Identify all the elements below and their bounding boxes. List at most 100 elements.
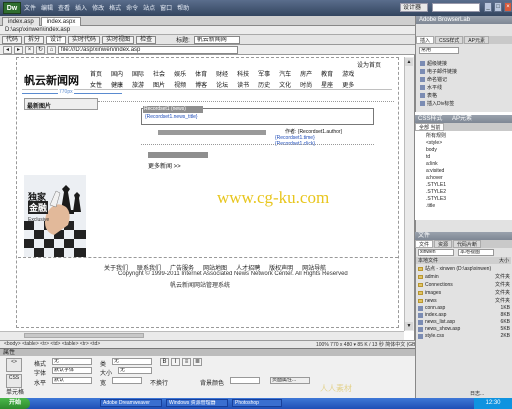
split-view-button[interactable]: 拆分 bbox=[24, 35, 45, 44]
refresh-icon[interactable]: ↻ bbox=[36, 45, 45, 54]
window-size-info[interactable]: 100% 770 x 480 ▾ 85 K / 13 秒 简体中文 (GB231… bbox=[316, 341, 428, 348]
nav-link[interactable]: 教育 bbox=[321, 69, 333, 78]
file-row[interactable]: index.asp 8KB bbox=[416, 312, 512, 318]
nav-link[interactable]: 娱乐 bbox=[174, 69, 186, 78]
menu-commands[interactable]: 命令 bbox=[126, 3, 138, 13]
insert-item[interactable]: 水平线 bbox=[420, 84, 457, 91]
stop-icon[interactable]: × bbox=[25, 45, 34, 54]
css-rule[interactable]: <style> bbox=[426, 140, 446, 146]
more-news-link[interactable]: 更多新闻 >> bbox=[148, 161, 181, 170]
size-select[interactable]: 无 bbox=[118, 367, 152, 374]
class-select[interactable]: 无 bbox=[112, 358, 152, 365]
column-size[interactable]: 大小 bbox=[499, 257, 509, 264]
live-view-button[interactable]: 实时视图 bbox=[102, 35, 135, 44]
column-local-files[interactable]: 本地文件 bbox=[418, 257, 438, 264]
css-rule[interactable]: 所有规则 bbox=[426, 132, 446, 139]
italic-icon[interactable]: I bbox=[171, 358, 180, 366]
file-row[interactable]: Connections 文件夹 bbox=[416, 281, 512, 288]
horz-select[interactable]: 默认 bbox=[52, 377, 92, 384]
nav-link[interactable]: 游戏 bbox=[342, 69, 354, 78]
tab-files[interactable]: 文件 bbox=[415, 240, 434, 248]
page-properties-button[interactable]: 页面属性... bbox=[270, 377, 310, 384]
insert-item[interactable]: 超级链接 bbox=[420, 60, 457, 67]
view-select[interactable]: 本地视图 bbox=[458, 249, 494, 256]
menu-window[interactable]: 窗口 bbox=[160, 3, 172, 13]
tab-snippets[interactable]: 代码片断 bbox=[453, 240, 482, 248]
file-row[interactable]: style.css 2KB bbox=[416, 333, 512, 339]
nav-link[interactable]: 视频 bbox=[174, 80, 186, 89]
promo-chess-image[interactable] bbox=[24, 175, 86, 257]
help-search-input[interactable] bbox=[432, 3, 480, 12]
nav-link[interactable]: 文化 bbox=[279, 80, 291, 89]
file-row[interactable]: images 文件夹 bbox=[416, 289, 512, 296]
nav-link[interactable]: 旅游 bbox=[132, 80, 144, 89]
bold-icon[interactable]: B bbox=[160, 358, 169, 366]
css-rule[interactable]: .STYLE3 bbox=[426, 196, 446, 202]
css-rule[interactable]: a:visited bbox=[426, 168, 446, 174]
menu-insert[interactable]: 插入 bbox=[75, 3, 87, 13]
file-row[interactable]: 站点 - xinwen (D:\asp\xinwen) bbox=[416, 265, 512, 272]
insert-item[interactable]: 插入Div标签 bbox=[420, 100, 457, 107]
bgcolor-input[interactable] bbox=[230, 377, 260, 384]
insert-item[interactable]: 命名锚记 bbox=[420, 76, 457, 83]
nav-link[interactable]: 时尚 bbox=[300, 80, 312, 89]
back-icon[interactable]: ◂ bbox=[3, 45, 12, 54]
file-row[interactable]: admin 文件夹 bbox=[416, 273, 512, 280]
taskbar-item-photoshop[interactable]: Photoshop bbox=[232, 399, 282, 407]
menu-edit[interactable]: 编辑 bbox=[41, 3, 53, 13]
forward-icon[interactable]: ▸ bbox=[14, 45, 23, 54]
format-select[interactable]: 无 bbox=[52, 358, 92, 365]
page-title-input[interactable]: 帆云新闻网 bbox=[193, 35, 240, 44]
inspect-button[interactable]: 检查 bbox=[136, 35, 157, 44]
nav-link[interactable]: 星座 bbox=[321, 80, 333, 89]
taskbar-item-dreamweaver[interactable]: Adobe Dreamweaver bbox=[100, 399, 162, 407]
menu-help[interactable]: 帮助 bbox=[177, 3, 189, 13]
log-button[interactable]: 日志... bbox=[470, 390, 484, 397]
nav-link[interactable]: 博客 bbox=[195, 80, 207, 89]
horizontal-scroll-thumb[interactable] bbox=[24, 333, 144, 338]
dynamic-text-title[interactable]: {Recordset1.news_title} bbox=[145, 114, 198, 120]
menu-view[interactable]: 查看 bbox=[58, 3, 70, 13]
width-input[interactable] bbox=[112, 377, 142, 384]
code-view-button[interactable]: 代码 bbox=[2, 35, 23, 44]
css-rule[interactable]: .title bbox=[426, 203, 446, 209]
file-row[interactable]: news 文件夹 bbox=[416, 297, 512, 304]
nav-link[interactable]: 更多 bbox=[342, 80, 354, 89]
css-rule[interactable]: .STYLE1 bbox=[426, 182, 446, 188]
html-mode-button[interactable]: <> bbox=[6, 358, 22, 372]
nav-link[interactable]: 社会 bbox=[153, 69, 165, 78]
menu-site[interactable]: 站点 bbox=[143, 3, 155, 13]
minimize-button[interactable]: _ bbox=[484, 2, 492, 12]
list-icon[interactable]: ≡ bbox=[182, 358, 191, 366]
files-panel-header[interactable]: 文件 bbox=[415, 232, 512, 240]
nav-link[interactable]: 军事 bbox=[258, 69, 270, 78]
workspace-switcher[interactable]: 设计器 bbox=[400, 3, 428, 12]
css-mode-button[interactable]: CSS bbox=[6, 374, 22, 388]
insert-category-select[interactable]: 常用 bbox=[419, 47, 459, 54]
file-row[interactable]: news_show.asp 5KB bbox=[416, 326, 512, 332]
nav-link[interactable]: 历史 bbox=[258, 80, 270, 89]
tab-assets[interactable]: 资源 bbox=[434, 240, 453, 248]
nav-link[interactable]: 财经 bbox=[216, 69, 228, 78]
design-view-button[interactable]: 设计 bbox=[46, 35, 67, 44]
file-row[interactable]: news_list.asp 6KB bbox=[416, 319, 512, 325]
nav-link[interactable]: 体育 bbox=[195, 69, 207, 78]
live-code-button[interactable]: 实时代码 bbox=[68, 35, 101, 44]
tag-selector[interactable]: <body> <table> <tr> <td> <table> <tr> <t… bbox=[4, 341, 100, 347]
css-rule[interactable]: a:hover bbox=[426, 175, 446, 181]
nav-link[interactable]: 论坛 bbox=[216, 80, 228, 89]
numbered-list-icon[interactable]: ≣ bbox=[193, 358, 202, 366]
tab-index-aspx[interactable]: index.aspx bbox=[40, 17, 82, 26]
nav-link[interactable]: 首页 bbox=[90, 69, 102, 78]
close-button[interactable]: × bbox=[504, 2, 512, 12]
nav-link[interactable]: 汽车 bbox=[279, 69, 291, 78]
nav-link[interactable]: 科技 bbox=[237, 69, 249, 78]
start-button[interactable]: 开始 bbox=[0, 398, 30, 409]
nav-link[interactable]: 读书 bbox=[237, 80, 249, 89]
scroll-up-icon[interactable]: ▲ bbox=[405, 58, 413, 66]
site-select[interactable]: xinwen bbox=[418, 249, 454, 256]
nav-link[interactable]: 房产 bbox=[300, 69, 312, 78]
author-field[interactable]: 作者: {Recordset1.author} bbox=[285, 128, 342, 135]
css-rule[interactable]: body bbox=[426, 147, 446, 153]
menu-file[interactable]: 文件 bbox=[24, 3, 36, 13]
